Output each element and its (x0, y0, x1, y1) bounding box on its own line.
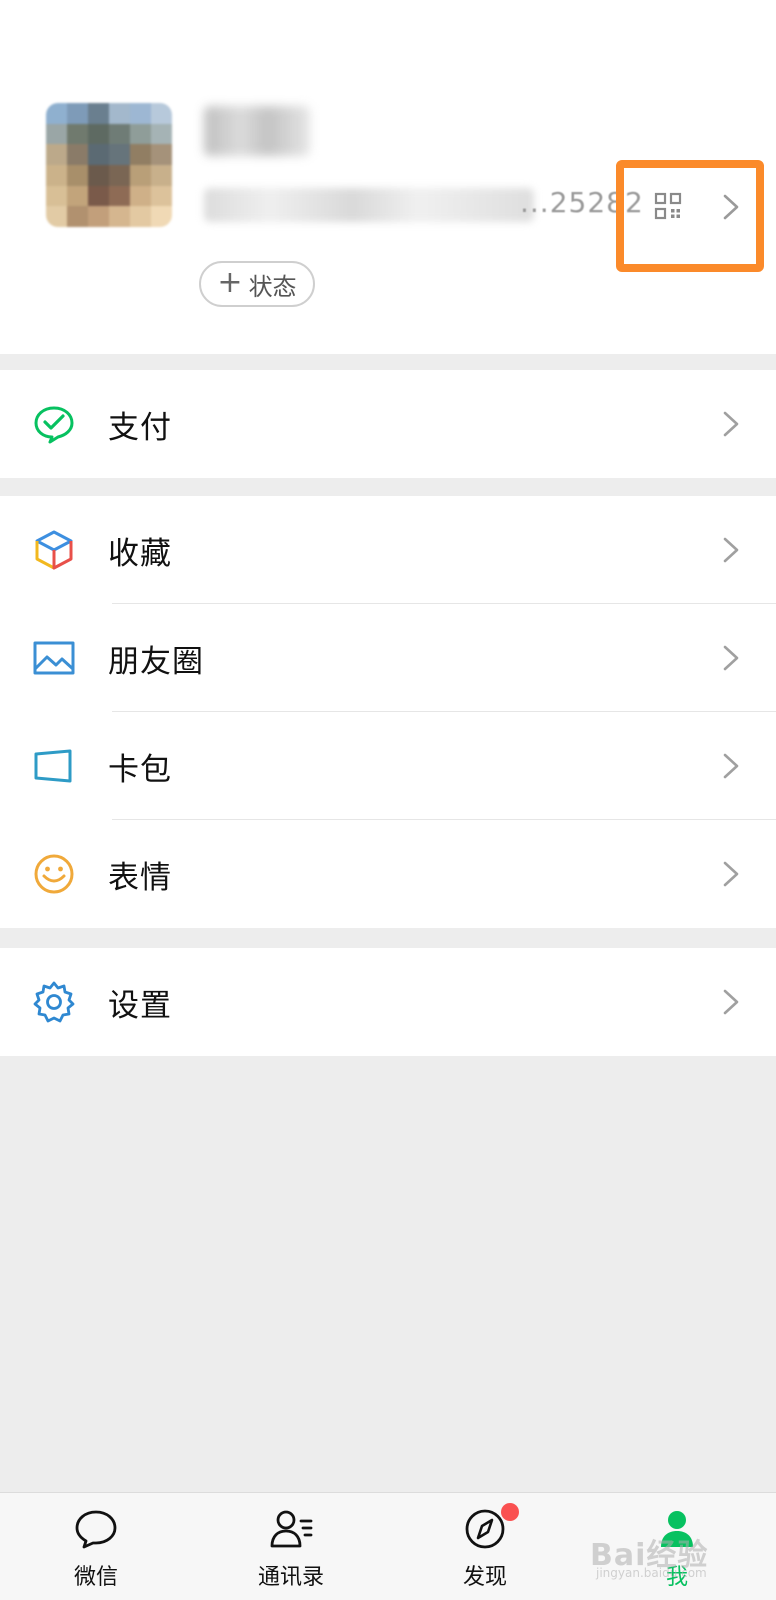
sticker-smile-icon (34, 854, 74, 894)
menu-label-pay: 支付 (108, 409, 172, 446)
menu-item-favorites[interactable]: 收藏 (0, 496, 776, 604)
menu-item-pay[interactable]: 支付 (0, 370, 776, 478)
profile-header[interactable]: ...25282 + 状态 (0, 0, 776, 354)
qr-code-highlight-box (616, 160, 764, 272)
chevron-right-icon (723, 537, 739, 563)
tab-chats[interactable]: 微信 (36, 1493, 156, 1600)
qr-code-icon[interactable] (654, 192, 682, 220)
menu-label-settings: 设置 (108, 987, 172, 1024)
group-pay: 支付 (0, 370, 776, 478)
chevron-right-icon (723, 194, 739, 220)
wechat-pay-icon (34, 406, 74, 444)
watermark-sub: jingyan.baidu.com (596, 1566, 707, 1580)
tab-label-discover: 发现 (462, 1565, 507, 1590)
status-label: 状态 (248, 272, 297, 301)
menu-item-stickers[interactable]: 表情 (0, 820, 776, 928)
card-wallet-icon (34, 749, 72, 783)
tab-discover[interactable]: 发现 (425, 1493, 545, 1600)
plus-icon: + (217, 264, 243, 300)
group-settings: 设置 (0, 948, 776, 1056)
menu-item-moments[interactable]: 朋友圈 (0, 604, 776, 712)
chevron-right-icon (723, 645, 739, 671)
new-notification-dot (501, 1503, 519, 1521)
menu-label-moments: 朋友圈 (108, 643, 204, 680)
tab-label-contacts: 通讯录 (257, 1565, 324, 1590)
nickname-redacted (204, 106, 310, 156)
avatar[interactable] (46, 103, 172, 227)
wechat-id-redacted (204, 188, 534, 222)
group-features: 收藏 朋友圈 卡包 表情 (0, 496, 776, 928)
chevron-right-icon (723, 753, 739, 779)
menu-label-stickers: 表情 (108, 859, 172, 896)
menu-label-favorites: 收藏 (108, 535, 172, 572)
chat-bubble-icon (75, 1510, 117, 1549)
favorites-cube-icon (35, 530, 73, 570)
add-status-button[interactable]: + 状态 (199, 261, 315, 307)
chevron-right-icon (723, 411, 739, 437)
chevron-right-icon (723, 861, 739, 887)
wechat-id-row: ...25282 (204, 186, 643, 226)
menu-item-settings[interactable]: 设置 (0, 948, 776, 1056)
tab-label-chats: 微信 (73, 1565, 118, 1590)
menu-item-card-wallet[interactable]: 卡包 (0, 712, 776, 820)
contacts-icon (270, 1510, 313, 1548)
menu-label-card-wallet: 卡包 (108, 751, 172, 788)
tab-contacts[interactable]: 通讯录 (231, 1493, 351, 1600)
baidu-jingyan-watermark: Bai经验 jingyan.baidu.com (590, 1530, 740, 1580)
settings-gear-icon (33, 981, 75, 1023)
chevron-right-icon (723, 989, 739, 1015)
moments-picture-icon (33, 641, 75, 675)
